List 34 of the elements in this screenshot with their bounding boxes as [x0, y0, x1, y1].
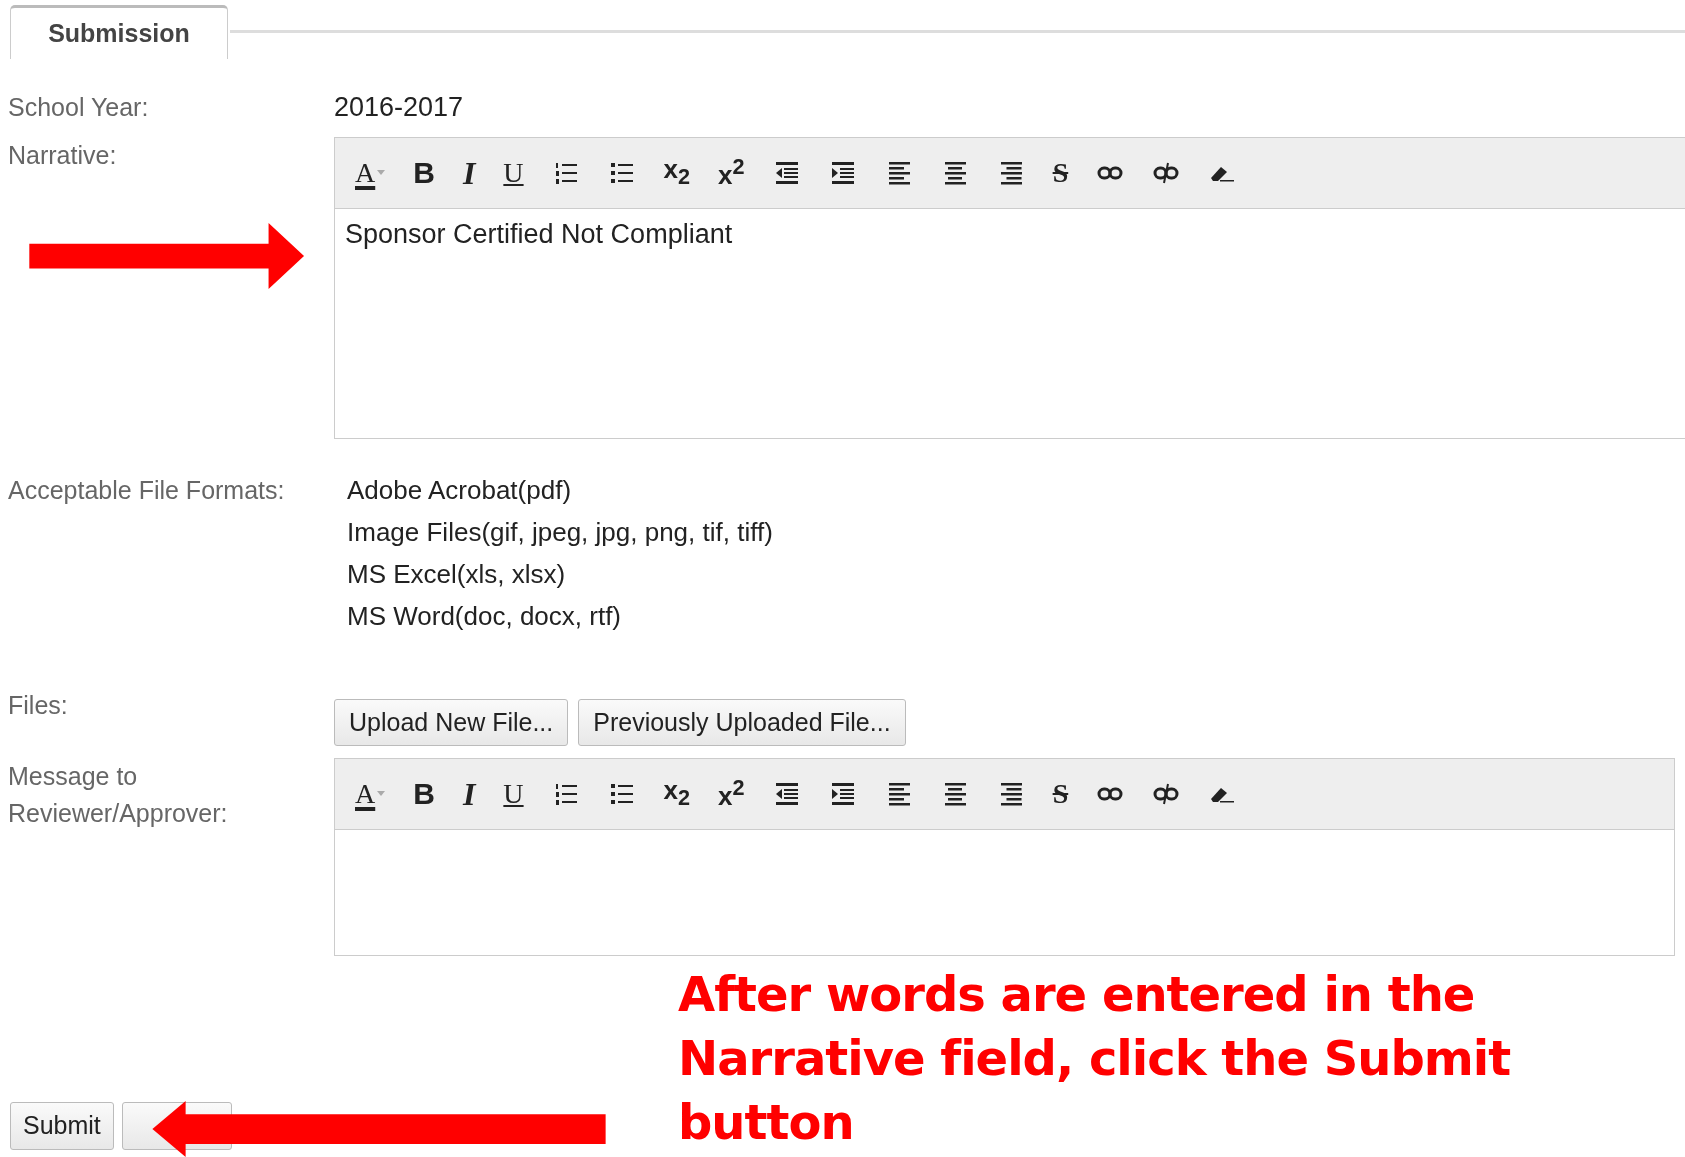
- field-label: Files:: [8, 689, 69, 721]
- bold-tool[interactable]: B: [413, 157, 435, 188]
- caret-icon: [377, 169, 386, 176]
- font-color-tool[interactable]: A: [355, 779, 386, 808]
- underline-tool[interactable]: U: [503, 779, 524, 808]
- subscript-tool[interactable]: x$_{2}$: [663, 154, 691, 191]
- rich-text-editor[interactable]: A B I U x$_{2}$ x$^{2}$ S Sponsor Certified Not Compliant: [334, 136, 1685, 439]
- superscript-tool[interactable]: x$^{2}$: [718, 775, 745, 812]
- upload-button[interactable]: Upload New File...: [334, 698, 569, 746]
- italic-tool[interactable]: I: [462, 777, 476, 810]
- font-color-tool[interactable]: A: [355, 158, 386, 187]
- file-format-item: Image Files(gif, jpeg, jpg, png, tif, tiff): [347, 515, 773, 549]
- superscript-tool[interactable]: x$^{2}$: [718, 154, 745, 191]
- file-format-item: MS Excel(xls, xlsx): [347, 557, 567, 591]
- italic-tool[interactable]: I: [462, 156, 476, 189]
- field-label: Narrative:: [8, 139, 118, 171]
- previous-files-button[interactable]: Previously Uploaded File...: [578, 698, 906, 746]
- submit-button[interactable]: Submit: [10, 1101, 114, 1150]
- school-year-value: 2016-2017: [334, 92, 464, 124]
- strikethrough-tool[interactable]: S: [1052, 779, 1069, 808]
- field-label: Message to Reviewer/Approver:: [8, 760, 229, 829]
- caret-icon: [377, 790, 386, 797]
- rich-text-editor[interactable]: A B I U x$_{2}$ x$^{2}$ S: [334, 757, 1675, 956]
- field-label: Acceptable File Formats:: [8, 474, 286, 506]
- underline-tool[interactable]: U: [503, 158, 524, 187]
- file-format-item: Adobe Acrobat(pdf): [347, 473, 573, 507]
- submission-tab[interactable]: Submission: [10, 5, 228, 59]
- file-format-item: MS Word(doc, docx, rtf): [347, 599, 623, 633]
- annotation-text: After words are entered in the Narrative field, click the Submit button: [678, 965, 1512, 1152]
- strikethrough-tool[interactable]: S: [1052, 158, 1069, 187]
- subscript-tool[interactable]: x$_{2}$: [663, 775, 691, 812]
- bold-tool[interactable]: B: [413, 778, 435, 809]
- field-label: School Year:: [8, 92, 150, 123]
- editor-text: Sponsor Certified Not Compliant: [345, 218, 733, 249]
